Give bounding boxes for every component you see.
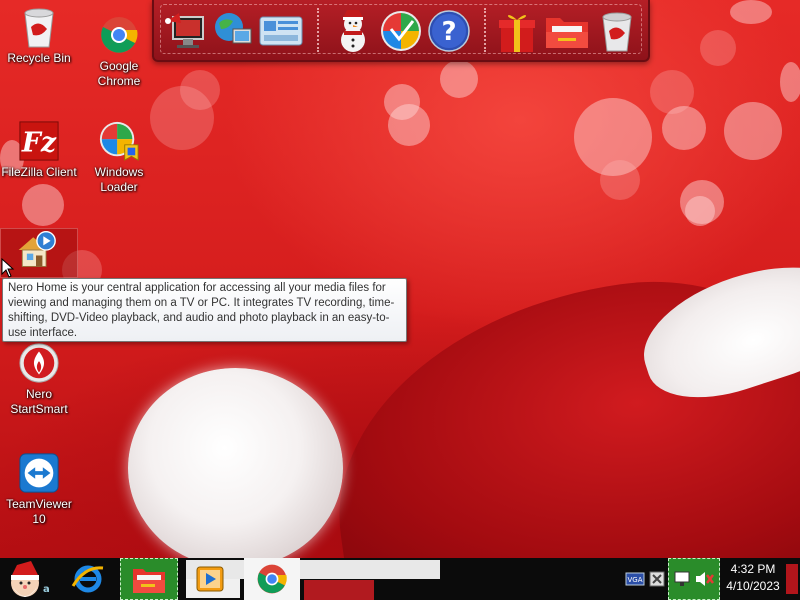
mouse-cursor-icon: [1, 257, 15, 283]
desktop-icon-google-chrome[interactable]: Google Chrome: [80, 14, 158, 89]
desktop-icon-filezilla[interactable]: Fz FileZilla Client: [0, 120, 78, 180]
clock-date: 4/10/2023: [726, 579, 780, 593]
tooltip-text: Nero Home is your central application fo…: [8, 282, 395, 339]
filezilla-icon: Fz: [18, 120, 60, 162]
windows-logo-icon[interactable]: [378, 8, 424, 54]
internet-explorer-button[interactable]: [64, 558, 112, 600]
top-dock: ?: [152, 0, 650, 62]
desktop-icon-label: TeamViewer 10: [6, 497, 72, 526]
desktop-icon-teamviewer[interactable]: TeamViewer 10: [0, 452, 78, 527]
nero-home-icon: [15, 229, 57, 271]
tray-volume-muted-icon: [696, 572, 714, 586]
tray-close-icon[interactable]: [646, 558, 668, 600]
taskbar-highlight: [304, 580, 374, 600]
svg-text:a: a: [43, 584, 50, 595]
recycle-bin-icon: [18, 6, 60, 48]
nero-home-tooltip: Nero Home is your central application fo…: [2, 278, 407, 342]
file-explorer-button[interactable]: [120, 558, 178, 600]
santa-hat-pompom: [128, 368, 343, 558]
svg-text:VGA: VGA: [627, 576, 642, 584]
network-icon[interactable]: [210, 8, 256, 54]
control-panel-icon[interactable]: [258, 8, 304, 54]
help-icon[interactable]: ?: [426, 8, 472, 54]
chrome-icon: [98, 14, 140, 56]
media-player-button[interactable]: [190, 558, 230, 600]
taskbar: a VGA 4:32 PM 4/10/2023: [0, 558, 800, 600]
chrome-taskbar-button[interactable]: [244, 558, 300, 600]
desktop-icon-label: Windows Loader: [94, 165, 144, 194]
tray-monitor-icon: [674, 571, 690, 586]
tray-network-icon[interactable]: VGA: [624, 558, 646, 600]
nero-startsmart-icon: [18, 342, 60, 384]
system-clock[interactable]: 4:32 PM 4/10/2023: [722, 561, 784, 597]
media-player-icon: [196, 566, 224, 592]
chrome-icon: [257, 564, 287, 594]
folder-icon: [133, 569, 165, 593]
internet-explorer-icon: [71, 565, 104, 593]
desktop-icon-windows-loader[interactable]: Windows Loader: [80, 120, 158, 195]
desktop-icon-label: Nero StartSmart: [10, 387, 68, 416]
desktop-icon-label: FileZilla Client: [1, 165, 77, 179]
teamviewer-icon: [18, 452, 60, 494]
desktop-icon-recycle-bin[interactable]: Recycle Bin: [0, 6, 78, 66]
tray-active-area[interactable]: [668, 558, 720, 600]
svg-text:?: ?: [441, 17, 456, 47]
trash-icon[interactable]: [594, 8, 640, 54]
start-button[interactable]: a: [2, 558, 54, 600]
gift-icon[interactable]: [494, 8, 540, 54]
svg-text:Fz: Fz: [21, 128, 57, 159]
santa-start-icon: a: [11, 561, 50, 597]
desktop-icon-nero-startsmart[interactable]: Nero StartSmart: [0, 342, 78, 417]
desktop-icon-label: Google Chrome: [97, 59, 141, 88]
show-desktop-button[interactable]: [786, 564, 798, 594]
computer-icon[interactable]: [164, 8, 210, 54]
snowman-icon[interactable]: [330, 8, 376, 54]
windows-loader-icon: [98, 120, 140, 162]
folder-icon[interactable]: [544, 8, 590, 54]
desktop-icon-label: Recycle Bin: [7, 51, 71, 65]
clock-time: 4:32 PM: [730, 562, 776, 576]
